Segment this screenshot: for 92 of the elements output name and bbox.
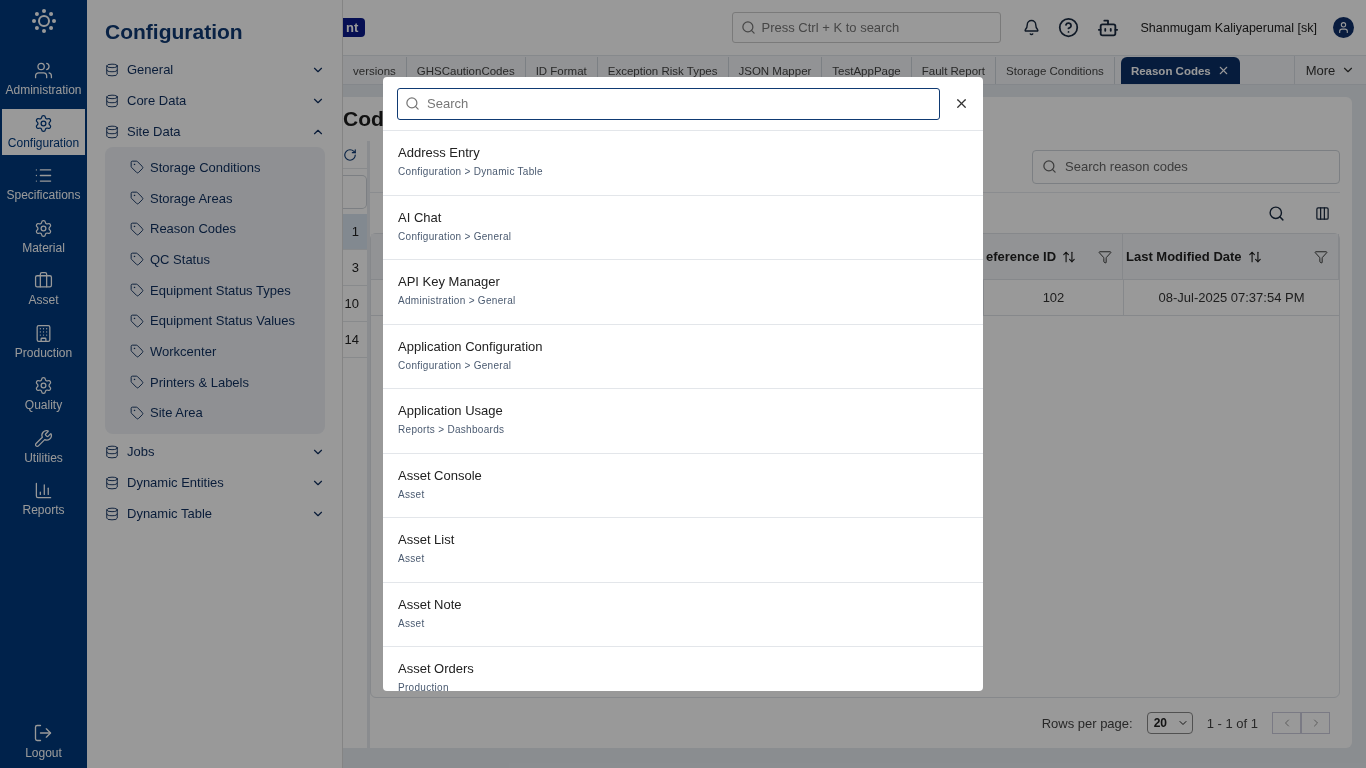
nav-item[interactable]: Material bbox=[2, 213, 85, 260]
search-field[interactable]: Search bbox=[397, 87, 940, 120]
page-title: Cod bbox=[343, 107, 384, 131]
menu-group[interactable]: Dynamic Entities bbox=[105, 467, 325, 499]
row-number[interactable]: 14 bbox=[343, 322, 367, 358]
list-icon bbox=[34, 166, 53, 185]
env-badge: nt bbox=[343, 18, 366, 37]
gear-icon bbox=[34, 113, 53, 133]
menu-group[interactable]: Site Data bbox=[105, 116, 325, 147]
logout-icon bbox=[33, 723, 54, 743]
bell-icon[interactable] bbox=[1022, 19, 1040, 36]
nav-item[interactable]: Production bbox=[2, 318, 85, 365]
filter-icon[interactable] bbox=[1098, 249, 1112, 264]
menu-item[interactable]: QC Status bbox=[130, 244, 325, 275]
search-result[interactable]: AI Chat Configuration > General bbox=[383, 195, 983, 260]
database-icon bbox=[105, 475, 119, 490]
search-icon bbox=[1042, 159, 1057, 174]
rows-per-page-label: Rows per page: bbox=[1041, 715, 1133, 731]
tag-icon bbox=[130, 405, 144, 420]
database-icon bbox=[105, 506, 119, 521]
database-icon bbox=[105, 62, 119, 77]
nav-item[interactable]: Utilities bbox=[2, 423, 85, 470]
menu-group[interactable]: Jobs bbox=[105, 436, 325, 468]
search-icon[interactable] bbox=[1268, 204, 1285, 222]
filter-icon[interactable] bbox=[1314, 249, 1328, 264]
close-icon[interactable] bbox=[954, 96, 969, 111]
row-number[interactable]: 3 bbox=[343, 250, 367, 286]
logo-icon bbox=[30, 8, 57, 34]
input-field[interactable] bbox=[343, 175, 367, 209]
sort-icon[interactable] bbox=[1062, 249, 1077, 264]
menu-item[interactable]: Storage Conditions bbox=[130, 152, 325, 183]
building-icon bbox=[34, 323, 53, 343]
menu-item[interactable]: Site Area bbox=[130, 397, 325, 429]
help-icon[interactable] bbox=[1057, 17, 1079, 38]
menu-group[interactable]: Dynamic Table bbox=[105, 498, 325, 530]
bar-chart-icon bbox=[34, 481, 53, 500]
search-result[interactable]: Asset Console Asset bbox=[383, 453, 983, 518]
rows-per-page-select[interactable]: 20 bbox=[1146, 712, 1193, 734]
search-field[interactable]: Search reason codes bbox=[1032, 149, 1340, 184]
search-icon bbox=[405, 96, 420, 111]
logout-button[interactable]: Logout bbox=[25, 723, 62, 760]
tag-icon bbox=[130, 375, 144, 390]
database-icon bbox=[105, 444, 119, 459]
page-tab[interactable]: Reason Codes bbox=[1120, 57, 1240, 84]
wrench-icon bbox=[34, 428, 53, 448]
column-header[interactable]: Last Modified Date bbox=[1123, 234, 1339, 279]
row-number[interactable]: 10 bbox=[343, 286, 367, 322]
panel-title: Configuration bbox=[105, 20, 244, 44]
tag-icon bbox=[130, 191, 144, 206]
search-icon bbox=[740, 20, 756, 35]
table-cell: 08-Jul-2025 07:37:54 PM bbox=[1123, 280, 1339, 315]
tag-icon bbox=[130, 221, 144, 236]
tag-icon bbox=[130, 160, 144, 175]
columns-icon[interactable] bbox=[1315, 205, 1330, 221]
tag-icon bbox=[130, 252, 144, 267]
nav-item[interactable]: Configuration bbox=[2, 108, 85, 155]
database-icon bbox=[105, 124, 119, 139]
page-tab[interactable]: Storage Conditions bbox=[996, 57, 1115, 84]
tag-icon bbox=[130, 283, 144, 298]
menu-group[interactable]: General bbox=[105, 54, 325, 85]
search-result[interactable]: Application Usage Reports > Dashboards bbox=[383, 389, 983, 454]
menu-group[interactable]: Core Data bbox=[105, 85, 325, 116]
search-result[interactable]: Application Configuration Configuration > General bbox=[383, 324, 983, 389]
search-result[interactable]: Asset Orders Production bbox=[383, 647, 983, 691]
row-number[interactable]: 1 bbox=[343, 214, 367, 250]
gear-icon bbox=[34, 376, 53, 395]
tag-icon bbox=[130, 313, 144, 328]
database-icon bbox=[105, 93, 119, 108]
menu-item[interactable]: Workcenter bbox=[130, 336, 325, 367]
tag-icon bbox=[130, 344, 144, 359]
briefcase-icon bbox=[34, 271, 53, 290]
menu-item[interactable]: Printers & Labels bbox=[130, 366, 325, 398]
nav-item[interactable]: Specifications bbox=[2, 161, 85, 207]
menu-item[interactable]: Storage Areas bbox=[130, 182, 325, 214]
menu-item[interactable]: Equipment Status Types bbox=[130, 274, 325, 306]
global-search-field[interactable]: Press Ctrl + K to search bbox=[731, 12, 1001, 43]
search-result[interactable]: Asset List Asset bbox=[383, 518, 983, 583]
nav-item[interactable]: Reports bbox=[2, 476, 85, 522]
user-name[interactable]: Shanmugam Kaliyaperumal [sk] bbox=[1140, 20, 1317, 35]
gear-icon bbox=[34, 218, 53, 238]
nav-item[interactable]: Asset bbox=[2, 266, 85, 312]
users-icon bbox=[34, 61, 53, 80]
nav-item[interactable]: Quality bbox=[2, 371, 85, 417]
search-result[interactable]: Address Entry Configuration > Dynamic Table bbox=[383, 131, 983, 196]
menu-item[interactable]: Equipment Status Values bbox=[130, 305, 325, 337]
search-result[interactable]: Asset Note Asset bbox=[383, 582, 983, 647]
avatar-icon[interactable] bbox=[1333, 17, 1354, 38]
sort-icon[interactable] bbox=[1247, 249, 1262, 264]
nav-item[interactable]: Administration bbox=[2, 56, 85, 102]
search-result[interactable]: API Key Manager Administration > General bbox=[383, 260, 983, 325]
page-range: 1 - 1 of 1 bbox=[1206, 715, 1258, 731]
menu-item[interactable]: Reason Codes bbox=[130, 213, 325, 245]
